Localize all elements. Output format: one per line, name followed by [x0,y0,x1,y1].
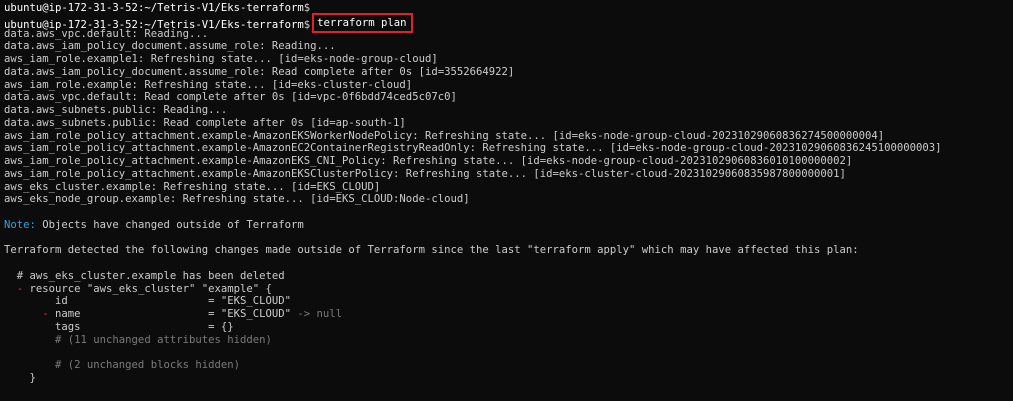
prompt-line-1: ubuntu@ip-172-31-3-52:~/Tetris-V1/Eks-te… [4,2,1013,15]
note-label: Note: [4,218,36,231]
diff-tags-line: tags = {} [4,320,234,333]
prompt-path: ~/Tetris-V1/Eks-terraform [144,2,304,14]
log-line: data.aws_iam_policy_document.assume_role… [4,65,515,78]
log-line: aws_eks_cluster.example: Refreshing stat… [4,180,381,193]
diff-null-arrow: -> null [297,308,343,320]
diff-resource-line: - resource "aws_eks_cluster" "example" { [4,283,1013,296]
log-line: data.aws_vpc.default: Read complete afte… [4,91,457,104]
terminal-window[interactable]: ubuntu@ip-172-31-3-52:~/Tetris-V1/Eks-te… [0,0,1013,401]
diff-resource-text: resource "aws_eks_cluster" "example" { [29,282,272,295]
log-line: aws_iam_role_policy_attachment.example-A… [4,167,846,180]
prompt-symbol: $ [303,18,311,31]
log-output: data.aws_vpc.default: Reading... data.aws… [4,28,1013,207]
terraform-plan-command[interactable]: terraform plan [312,12,414,33]
diff-minus-marker: - [4,308,56,320]
log-line: data.aws_vpc.default: Reading... [4,27,209,40]
note-text: Objects have changed outside of Terrafor… [35,218,304,231]
prompt-symbol: $ [303,2,311,14]
diff-hidden-attributes: # (11 unchanged attributes hidden) [4,333,272,346]
prompt-user-host: ubuntu@ip-172-31-3-52 [4,2,138,14]
log-line: aws_iam_role.example1: Refreshing state.… [4,53,438,65]
diff-id-line: id = "EKS_CLOUD" [4,295,292,308]
log-line: aws_iam_role_policy_attachment.example-A… [4,155,853,167]
diff-comment: # aws_eks_cluster.example has been delet… [4,269,285,282]
diff-close-brace: } [4,371,36,384]
log-line: data.aws_iam_policy_document.assume_role… [4,40,336,53]
log-line: data.aws_subnets.public: Read complete a… [4,116,406,129]
diff-hidden-blocks: # (2 unchanged blocks hidden) [4,359,240,371]
diff-name-text: name = "EKS_CLOUD" [55,308,298,320]
log-line: aws_eks_node_group.example: Refreshing s… [4,193,470,206]
log-line: data.aws_subnets.public: Reading... [4,104,228,116]
prompt-line-2: ubuntu@ip-172-31-3-52:~/Tetris-V1/Eks-te… [4,12,1013,33]
log-line: aws_iam_role_policy_attachment.example-A… [4,129,885,142]
note-line: Note: Objects have changed outside of Te… [4,219,1013,232]
detected-changes-line: Terraform detected the following changes… [4,244,859,257]
log-line: aws_iam_role.example: Refreshing state..… [4,78,413,91]
diff-minus-marker: - [4,282,30,295]
diff-name-line: - name = "EKS_CLOUD" -> null [4,308,1013,321]
log-line: aws_iam_role_policy_attachment.example-A… [4,142,942,155]
